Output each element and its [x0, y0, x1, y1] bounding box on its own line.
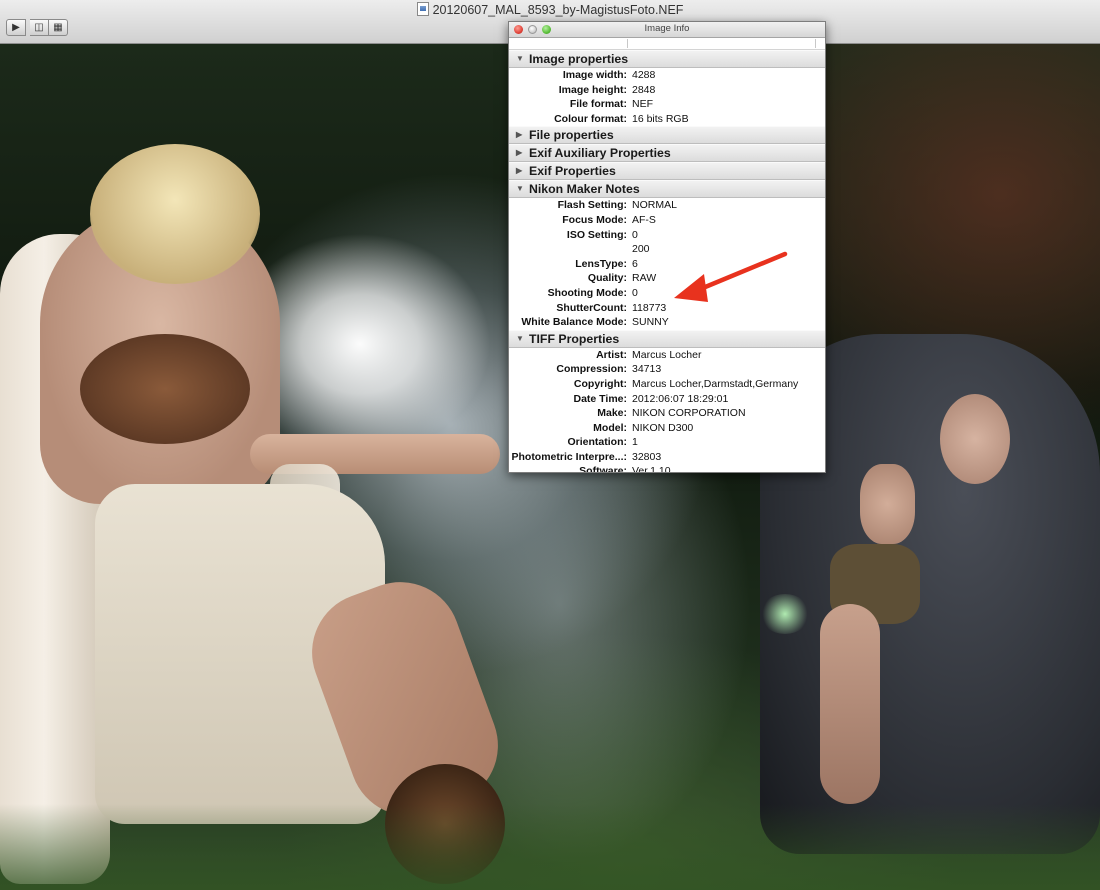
- property-row: Image width: 4288: [562, 69, 656, 81]
- blonde-figure-hair: [90, 144, 260, 284]
- disclosure-collapsed-icon[interactable]: ▶: [516, 145, 522, 161]
- property-row: Orientation: 1: [567, 436, 638, 449]
- image-info-panel: Image Info ▼ Image properties Image widt…: [508, 21, 826, 473]
- property-row: Focus Mode: AF-S: [562, 213, 656, 226]
- lens-flare: [760, 594, 810, 634]
- panel-title: Image Info: [644, 23, 690, 34]
- annotation-arrow-icon: [674, 251, 788, 302]
- meadow-grass: [0, 804, 1100, 890]
- disclosure-expanded-icon[interactable]: ▼: [516, 51, 524, 67]
- property-row: ISO Setting: 0: [566, 228, 638, 241]
- window-title: 20120607_MAL_8593_by-MagistusFoto.NEF: [0, 2, 1100, 17]
- property-row: Software: Ver.1.10: [579, 465, 671, 473]
- play-icon[interactable]: ▶: [6, 19, 26, 36]
- disclosure-collapsed-icon[interactable]: ▶: [516, 127, 522, 143]
- property-row: Date Time: 2012:06:07 18:29:01: [573, 392, 729, 405]
- section-image-properties[interactable]: ▼ Image properties: [509, 50, 825, 68]
- hooded-figure-leg: [820, 604, 880, 804]
- grid-view-icon[interactable]: ▦: [49, 19, 68, 36]
- property-row: Photometric Interpre...: 32803: [511, 450, 662, 463]
- property-row: Make: NIKON CORPORATION: [597, 407, 746, 420]
- document-icon: [416, 2, 429, 16]
- split-view-icon[interactable]: ◫: [30, 19, 49, 36]
- window-title-text: 20120607_MAL_8593_by-MagistusFoto.NEF: [432, 3, 684, 17]
- column-header[interactable]: [509, 38, 825, 50]
- property-row: Colour format: 16 bits RGB: [554, 112, 689, 125]
- fur-top: [80, 334, 250, 444]
- section-file-properties[interactable]: ▶ File properties: [509, 126, 825, 145]
- panel-titlebar[interactable]: Image Info: [509, 22, 825, 38]
- disclosure-expanded-icon[interactable]: ▼: [516, 181, 524, 197]
- disclosure-collapsed-icon[interactable]: ▶: [516, 163, 522, 179]
- column-divider[interactable]: [815, 39, 816, 48]
- disclosure-expanded-icon[interactable]: ▼: [516, 331, 524, 347]
- section-exif-auxiliary[interactable]: ▶ Exif Auxiliary Properties: [509, 144, 825, 163]
- section-tiff-properties[interactable]: ▼ TIFF Properties: [509, 329, 825, 348]
- property-row: Compression: 34713: [556, 363, 662, 376]
- property-row: Copyright: Marcus Locher,Darmstadt,German…: [573, 377, 799, 390]
- property-row: Image height: 2848: [558, 83, 656, 96]
- property-row: Model: NIKON D300: [593, 421, 694, 434]
- property-row: Flash Setting: NORMAL: [557, 199, 677, 212]
- property-row: File format: NEF: [569, 98, 653, 111]
- property-row: Artist: Marcus Locher: [596, 348, 702, 361]
- property-row: White Balance Mode: SUNNY: [521, 316, 669, 329]
- hooded-figure-face: [940, 394, 1010, 484]
- view-toolbar: ▶ ◫ ▦: [6, 19, 68, 36]
- section-nikon-maker-notes[interactable]: ▼ Nikon Maker Notes: [509, 180, 825, 199]
- column-divider[interactable]: [627, 39, 628, 48]
- section-exif-properties[interactable]: ▶ Exif Properties: [509, 162, 825, 181]
- hooded-figure-hand: [860, 464, 915, 544]
